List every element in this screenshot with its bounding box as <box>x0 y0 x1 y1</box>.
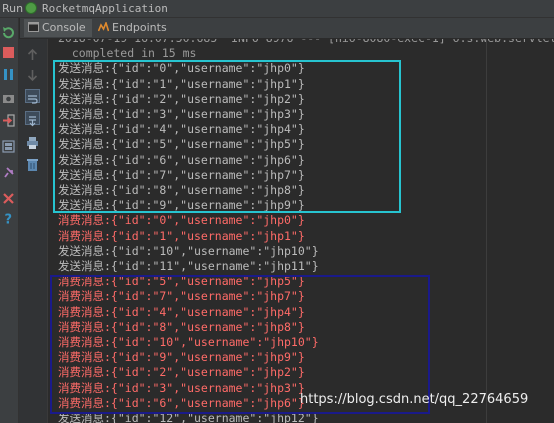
console-line: 消费消息:{"id":"1","username":"jhp1"} <box>58 228 305 243</box>
console-line: 发送消息:{"id":"12","username":"jhp12"} <box>58 411 319 423</box>
console-line: 消费消息:{"id":"6","username":"jhp6"} <box>58 395 305 410</box>
console-line: 发送消息:{"id":"6","username":"jhp6"} <box>58 152 305 167</box>
spring-boot-icon <box>25 2 37 14</box>
console-line: 消费消息:{"id":"3","username":"jhp3"} <box>58 380 305 395</box>
console-line: 发送消息:{"id":"3","username":"jhp3"} <box>58 107 305 121</box>
print-icon[interactable] <box>25 135 40 149</box>
run-configuration-name[interactable]: RocketmqApplication <box>42 2 168 15</box>
console-line: 消费消息:{"id":"2","username":"jhp2"} <box>58 365 305 380</box>
console-output[interactable]: 2018-07-19 16:07:50.685 INFO 8976 --- [n… <box>48 39 554 423</box>
console-line: 发送消息:{"id":"0","username":"jhp0"} <box>58 61 305 76</box>
tab-label: Endpoints <box>112 21 167 34</box>
pin-icon[interactable] <box>2 164 15 178</box>
soft-wrap-icon[interactable] <box>25 89 40 104</box>
console-line: 发送消息:{"id":"10","username":"jhp10"} <box>58 243 319 258</box>
tab-console[interactable]: Console <box>24 19 92 37</box>
run-tab-bar: Console Endpoints <box>20 18 554 39</box>
console-line: 2018-07-19 16:07:50.685 INFO 8976 --- [n… <box>58 39 554 46</box>
console-line: 发送消息:{"id":"2","username":"jhp2"} <box>58 91 305 106</box>
run-label: Run <box>2 2 24 15</box>
console-line: 消费消息:{"id":"8","username":"jhp8"} <box>58 319 305 334</box>
console-line: 消费消息:{"id":"5","username":"jhp5"} <box>58 274 305 289</box>
run-toolbar: Run RocketmqApplication <box>0 0 554 18</box>
console-line: 发送消息:{"id":"8","username":"jhp8"} <box>58 183 305 197</box>
console-line: 消费消息:{"id":"4","username":"jhp4"} <box>58 304 305 319</box>
console-line: 发送消息:{"id":"7","username":"jhp7"} <box>58 167 305 182</box>
console-line: 发送消息:{"id":"1","username":"jhp1"} <box>58 76 305 91</box>
svg-text:?: ? <box>5 213 13 226</box>
console-line: 发送消息:{"id":"9","username":"jhp9"} <box>58 198 305 213</box>
watermark-url: https://blog.csdn.net/qq_22764659 <box>300 392 529 407</box>
exit-icon[interactable] <box>2 112 15 127</box>
tab-endpoints[interactable]: Endpoints <box>94 19 173 37</box>
tab-label: Console <box>42 21 86 34</box>
console-line: 消费消息:{"id":"0","username":"jhp0"} <box>58 213 305 228</box>
console-line: 消费消息:{"id":"10","username":"jhp10"} <box>58 335 319 349</box>
right-margin-guide <box>486 39 487 423</box>
console-line: 消费消息:{"id":"7","username":"jhp7"} <box>58 289 305 304</box>
run-tool-strip: ? <box>0 18 19 423</box>
console-actions-gutter <box>19 39 48 423</box>
scroll-to-end-icon[interactable] <box>25 111 40 127</box>
pause-icon[interactable] <box>2 66 15 80</box>
close-icon[interactable] <box>2 190 15 204</box>
console-line: 发送消息:{"id":"4","username":"jhp4"} <box>58 122 305 137</box>
restore-layout-icon[interactable] <box>2 138 15 153</box>
clear-all-icon[interactable] <box>25 157 40 171</box>
console-line: 发送消息:{"id":"11","username":"jhp11"} <box>58 259 319 273</box>
console-icon <box>28 20 39 32</box>
console-line: completed in 15 ms <box>58 46 197 61</box>
help-icon[interactable]: ? <box>2 210 15 228</box>
console-line: 发送消息:{"id":"5","username":"jhp5"} <box>58 137 305 152</box>
console-line: 消费消息:{"id":"9","username":"jhp9"} <box>58 350 305 365</box>
stop-icon[interactable] <box>2 44 15 58</box>
rerun-icon[interactable] <box>2 24 15 39</box>
scroll-up-icon[interactable] <box>25 47 40 61</box>
camera-icon[interactable] <box>2 90 15 103</box>
scroll-down-icon[interactable] <box>25 67 40 82</box>
endpoints-icon <box>97 20 110 32</box>
